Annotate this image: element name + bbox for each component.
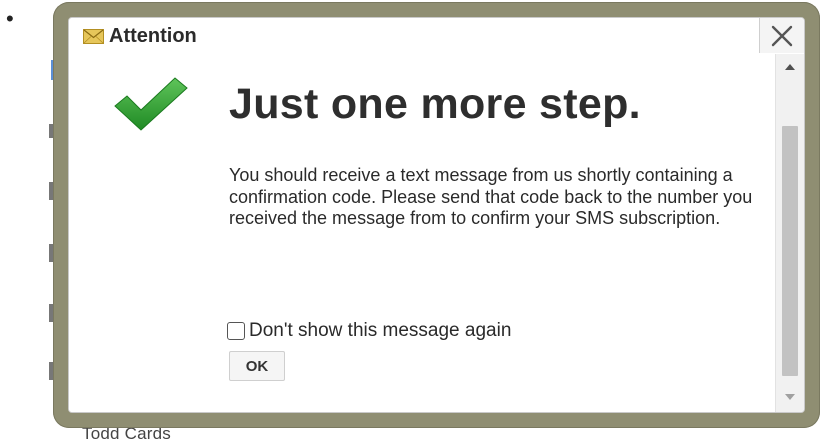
dialog-titlebar[interactable]: Attention — [69, 18, 804, 55]
scrollbar-thumb[interactable] — [782, 126, 798, 376]
dont-show-again-label[interactable]: Don't show this message again — [249, 320, 511, 342]
attention-dialog: Attention Just one more step. You should… — [68, 17, 805, 413]
dialog-heading: Just one more step. — [229, 80, 641, 128]
arrow-up-icon — [785, 64, 795, 70]
scroll-up-button[interactable] — [776, 56, 804, 78]
scroll-down-button[interactable] — [776, 386, 804, 408]
envelope-icon — [83, 29, 104, 44]
list-bullet: • — [6, 6, 14, 31]
dialog-message: You should receive a text message from u… — [229, 165, 753, 228]
checkmark-icon — [114, 77, 188, 131]
vertical-scrollbar[interactable] — [775, 54, 804, 412]
close-icon — [771, 25, 793, 46]
dont-show-again-row[interactable]: Don't show this message again — [227, 320, 511, 342]
dialog-frame: Attention Just one more step. You should… — [53, 2, 820, 428]
arrow-down-icon — [785, 394, 795, 400]
ok-button[interactable]: OK — [229, 351, 285, 381]
dont-show-again-checkbox[interactable] — [227, 322, 245, 340]
dialog-content: Just one more step. You should receive a… — [69, 54, 776, 412]
dialog-title: Attention — [109, 25, 197, 47]
close-button[interactable] — [759, 18, 804, 53]
